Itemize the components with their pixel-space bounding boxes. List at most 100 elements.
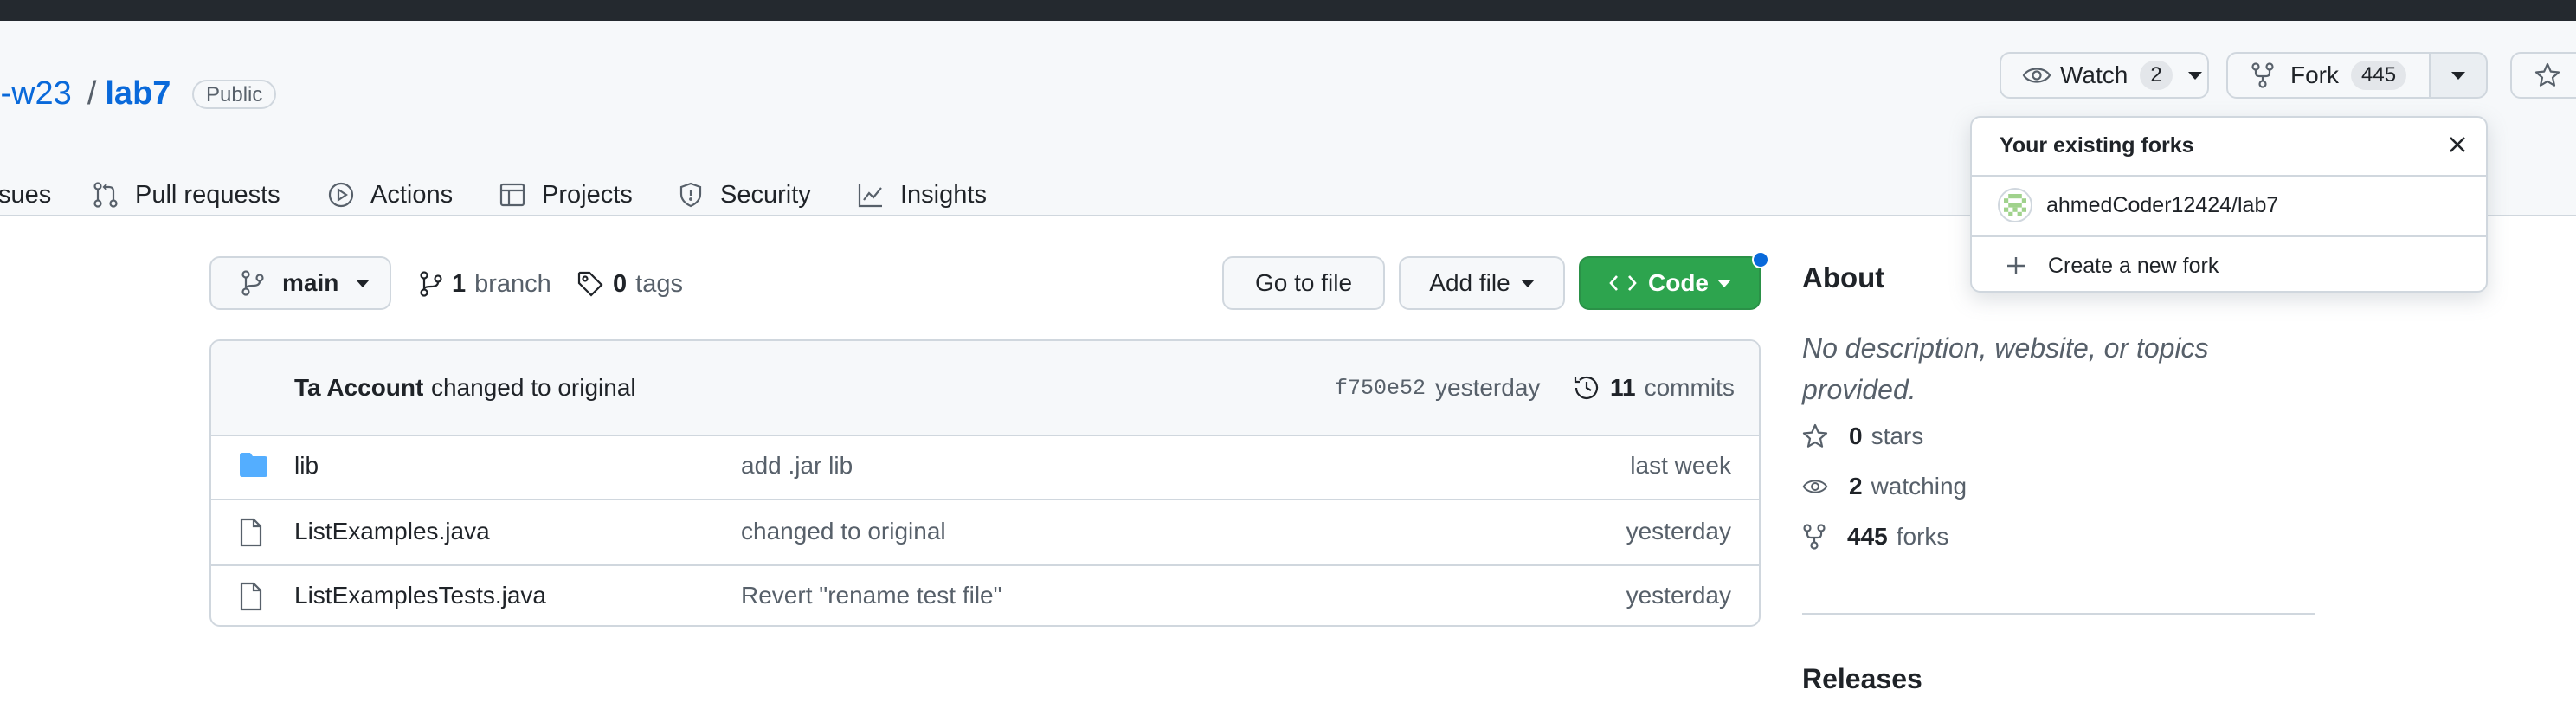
file-commit-message[interactable]: add .jar lib	[741, 452, 853, 480]
fork-icon	[2251, 62, 2274, 88]
star-button[interactable]	[2510, 52, 2576, 99]
watch-button[interactable]: Watch 2	[2000, 52, 2209, 99]
code-label: Code	[1648, 269, 1709, 296]
about-description: No description, website, or topics provi…	[1802, 332, 2209, 405]
file-icon	[240, 518, 262, 547]
watch-label: Watch	[2060, 61, 2128, 88]
file-row-lib[interactable]: lib add .jar lib last week	[211, 435, 1759, 500]
popover-header: Your existing forks	[1972, 118, 2486, 177]
branch-icon	[242, 270, 264, 296]
eye-icon	[2022, 68, 2051, 83]
go-to-file-label: Go to file	[1254, 269, 1353, 296]
chevron-down-icon	[356, 279, 370, 287]
stars-link[interactable]: 0 stars	[1802, 419, 1923, 454]
tab-pull-requests[interactable]: Pull requests	[92, 173, 280, 216]
file-row-listexamples[interactable]: ListExamples.java changed to original ye…	[211, 500, 1759, 566]
history-icon	[1574, 376, 1599, 399]
tab-label: Actions	[370, 180, 454, 209]
code-button[interactable]: Code	[1579, 256, 1761, 310]
fork-icon	[1803, 524, 1826, 550]
forks-word: forks	[1896, 523, 1949, 550]
watching-link[interactable]: 2 watching	[1802, 469, 1967, 504]
tag-word: tags	[635, 269, 683, 298]
tab-projects[interactable]: Projects	[499, 173, 633, 216]
visibility-badge: Public	[192, 80, 277, 109]
releases-heading[interactable]: Releases	[1802, 663, 1922, 695]
chevron-down-icon	[1520, 279, 1535, 287]
close-icon[interactable]	[2444, 132, 2470, 158]
watching-count: 2	[1849, 473, 1863, 500]
sidebar-divider	[1802, 613, 2315, 615]
code-icon	[1609, 275, 1637, 291]
commit-message[interactable]: changed to original	[431, 374, 636, 402]
shield-icon	[679, 182, 702, 208]
tab-label: sues	[0, 180, 52, 209]
tag-icon	[577, 271, 603, 297]
branch-word: branch	[474, 269, 551, 298]
go-to-file-button[interactable]: Go to file	[1222, 256, 1385, 310]
play-icon	[328, 182, 354, 208]
tab-label: Pull requests	[135, 180, 280, 209]
eye-icon	[1802, 480, 1828, 493]
add-file-button[interactable]: Add file	[1399, 256, 1565, 310]
fork-dropdown-button[interactable]	[2429, 52, 2488, 99]
pull-request-icon	[93, 182, 118, 208]
tags-link[interactable]: 0 tags	[576, 267, 683, 301]
commit-count: 11	[1610, 374, 1636, 401]
create-fork-item[interactable]: Create a new fork	[1972, 235, 2486, 296]
tab-security[interactable]: Security	[677, 173, 811, 216]
commits-link[interactable]: 11 commits	[1572, 371, 1735, 405]
commit-author[interactable]: Ta Account	[294, 374, 423, 402]
fork-count: 445	[2351, 61, 2407, 90]
tab-insights[interactable]: Insights	[857, 173, 987, 216]
branches-link[interactable]: 1 branch	[419, 267, 551, 301]
tag-count: 0	[613, 269, 628, 298]
repo-title-separator: /	[87, 75, 97, 112]
file-commit-message[interactable]: changed to original	[741, 518, 946, 545]
tab-issues[interactable]: sues	[0, 173, 51, 216]
branch-name: main	[282, 269, 339, 296]
file-name[interactable]: ListExamplesTests.java	[294, 582, 546, 609]
file-name[interactable]: ListExamples.java	[294, 518, 490, 545]
chevron-down-icon	[2187, 71, 2202, 80]
existing-fork-name: ahmedCoder12424/lab7	[2046, 192, 2279, 217]
plus-icon	[2007, 257, 2025, 274]
notification-dot	[1752, 251, 1769, 268]
watching-word: watching	[1871, 473, 1967, 500]
tab-actions[interactable]: Actions	[327, 173, 453, 216]
fork-label: Fork	[2290, 61, 2339, 88]
chevron-down-icon	[2451, 71, 2465, 80]
file-name[interactable]: lib	[294, 452, 319, 480]
file-commit-message[interactable]: Revert "rename test file"	[741, 582, 1002, 609]
popover-title: Your existing forks	[2000, 133, 2194, 158]
star-icon	[2534, 62, 2560, 87]
star-icon	[1802, 423, 1828, 448]
file-list: Ta Account changed to original f750e52 y…	[209, 339, 1761, 627]
graph-icon	[858, 184, 882, 208]
about-heading: About	[1802, 261, 1885, 293]
global-header	[0, 0, 2576, 21]
existing-fork-item[interactable]: ahmedCoder12424/lab7	[1972, 175, 2486, 237]
file-age: last week	[1630, 452, 1731, 479]
identicon-icon	[2004, 194, 2026, 216]
stars-word: stars	[1871, 422, 1924, 449]
add-file-label: Add file	[1429, 269, 1510, 296]
branch-select-button[interactable]: main	[209, 256, 391, 310]
file-age: yesterday	[1626, 582, 1731, 609]
create-fork-label: Create a new fork	[2048, 253, 2219, 278]
fork-button[interactable]: Fork 445	[2226, 52, 2431, 99]
repo-title: l-w23 /lab7	[0, 71, 171, 116]
file-icon	[240, 582, 262, 611]
file-row-listexamplestests[interactable]: ListExamplesTests.java Revert "rename te…	[211, 564, 1759, 625]
file-age: yesterday	[1626, 518, 1731, 545]
latest-commit-bar: Ta Account changed to original f750e52 y…	[211, 341, 1759, 436]
tab-label: Insights	[900, 180, 987, 209]
forks-count: 445	[1847, 523, 1888, 550]
tab-label: Security	[720, 180, 811, 209]
forks-link[interactable]: 445 forks	[1802, 519, 1948, 554]
commit-sha[interactable]: f750e52	[1335, 376, 1426, 401]
repo-name-link[interactable]: lab7	[105, 75, 171, 112]
branch-icon	[420, 271, 442, 297]
commit-time: yesterday	[1435, 374, 1541, 401]
repo-owner-link[interactable]: l-w23	[0, 75, 72, 112]
